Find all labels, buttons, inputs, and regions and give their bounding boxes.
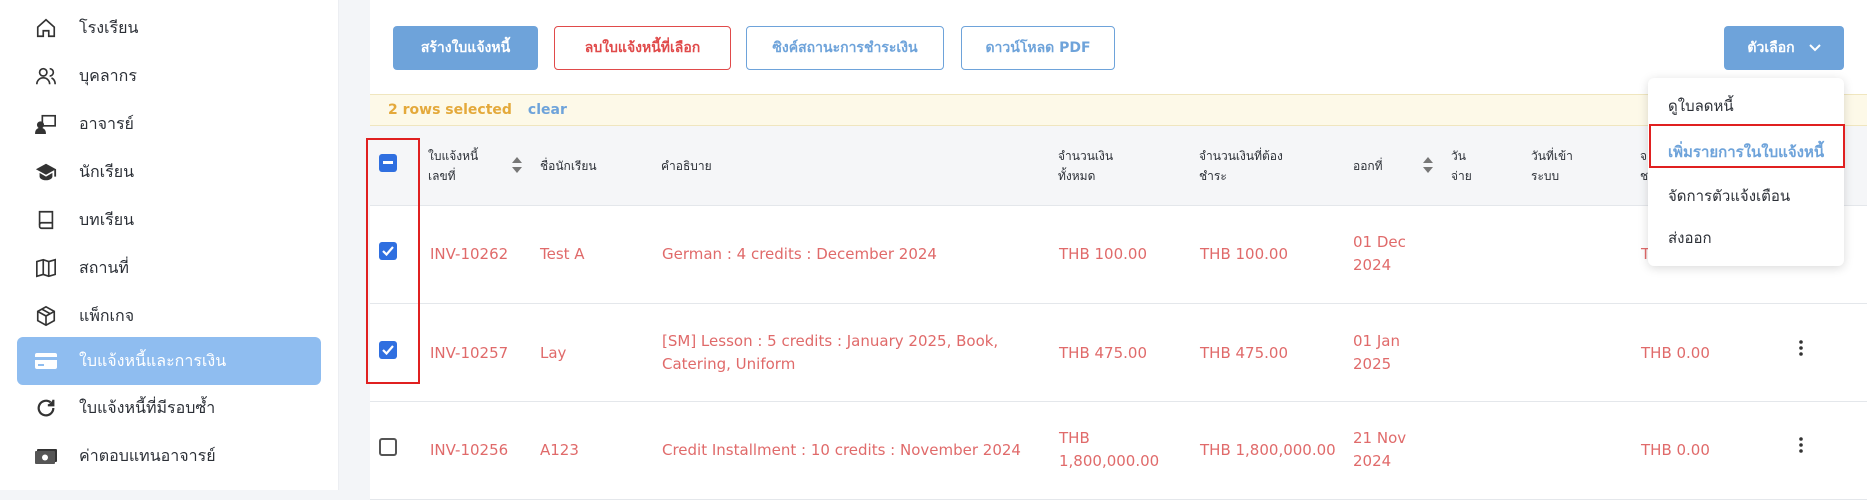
header-amount-due: จำนวนเงินที่ต้อง ชำระ: [1199, 149, 1283, 183]
sidebar-item-label: ค่าตอบแทนอาจารย์: [79, 445, 216, 465]
download-pdf-button[interactable]: ดาวน์โหลด PDF: [961, 26, 1115, 70]
student-name: A123: [540, 441, 579, 459]
row-actions-icon[interactable]: [1798, 437, 1804, 458]
options-dropdown-button[interactable]: ตัวเลือก: [1724, 26, 1844, 70]
checkbox-column-highlight: [366, 138, 420, 384]
header-invoice-no[interactable]: ใบแจ้งหนี้ เลขที่: [428, 146, 478, 186]
clear-selection-link[interactable]: clear: [528, 102, 567, 118]
map-icon: [33, 255, 59, 281]
sidebar-item-packages[interactable]: แพ็กเกจ: [17, 292, 321, 340]
sidebar-item-label: บทเรียน: [79, 209, 135, 229]
issued-date: 01 Dec 2024: [1353, 233, 1406, 274]
description: German : 4 credits : December 2024: [662, 245, 937, 263]
invoice-number[interactable]: INV-10256: [430, 439, 508, 462]
header-remaining: จ ช: [1640, 149, 1649, 183]
remaining-amount: THB 0.00: [1641, 344, 1710, 362]
sync-payment-status-button[interactable]: ซิงค์สถานะการชำระเงิน: [746, 26, 944, 70]
student-name: Test A: [540, 245, 585, 263]
sidebar-item-teachers[interactable]: อาจารย์: [17, 100, 321, 148]
header-entered-date: วันที่เข้า ระบบ: [1531, 149, 1573, 183]
sidebar: โรงเรียน บุคลากร อาจารย์ นักเรียน บทเรีย…: [0, 0, 339, 490]
table-header: ใบแจ้งหนี้ เลขที่ ชื่อนักเรียน คำอธิบาย …: [370, 126, 1867, 206]
sidebar-item-staff[interactable]: บุคลากร: [17, 52, 321, 100]
menu-item-manage-reminders[interactable]: จัดการตัวแจ้งเตือน: [1668, 184, 1790, 208]
sidebar-item-lessons[interactable]: บทเรียน: [17, 196, 321, 244]
create-invoice-button[interactable]: สร้างใบแจ้งหนี้: [393, 26, 538, 70]
sidebar-item-recurring-invoices[interactable]: ใบแจ้งหนี้ที่มีรอบซ้ำ: [17, 384, 321, 432]
menu-item-highlight: [1649, 124, 1845, 168]
invoice-number[interactable]: INV-10257: [430, 342, 508, 365]
total-amount: THB 475.00: [1059, 344, 1147, 362]
options-dropdown-menu: ดูใบลดหนี้ เพิ่มรายการในใบแจ้งหนี้ จัดกา…: [1648, 78, 1844, 266]
main-content: สร้างใบแจ้งหนี้ ลบใบแจ้งหนี้ที่เลือก ซิง…: [370, 0, 1867, 500]
amount-due: THB 100.00: [1200, 245, 1288, 263]
remaining-amount: THB 0.00: [1641, 441, 1710, 459]
sort-icon[interactable]: [1423, 157, 1433, 173]
sidebar-item-label: บุคลากร: [79, 65, 137, 85]
sidebar-item-label: สถานที่: [79, 257, 129, 277]
sidebar-item-label: อาจารย์: [79, 113, 134, 133]
header-student-name: ชื่อนักเรียน: [540, 159, 597, 173]
credit-card-icon: [33, 348, 59, 374]
sidebar-item-students[interactable]: นักเรียน: [17, 148, 321, 196]
graduation-cap-icon: [33, 159, 59, 185]
package-icon: [33, 303, 59, 329]
sidebar-item-label: ใบแจ้งหนี้ที่มีรอบซ้ำ: [79, 397, 216, 417]
toolbar: สร้างใบแจ้งหนี้ ลบใบแจ้งหนี้ที่เลือก ซิง…: [370, 0, 1867, 94]
header-issued[interactable]: ออกที่: [1353, 156, 1383, 176]
home-icon: [33, 15, 59, 41]
total-amount: THB 1,800,000.00: [1059, 429, 1160, 470]
book-icon: [33, 207, 59, 233]
header-paid-date: วัน จ่าย: [1451, 149, 1472, 183]
table-row[interactable]: INV-10257 Lay [SM] Lesson : 5 credits : …: [370, 304, 1867, 402]
sidebar-item-label: แพ็กเกจ: [79, 305, 135, 325]
amount-due: THB 475.00: [1200, 344, 1288, 362]
table-row[interactable]: INV-10256 A123 Credit Installment : 10 c…: [370, 402, 1867, 500]
sidebar-item-school[interactable]: โรงเรียน: [17, 4, 321, 52]
sidebar-item-label: นักเรียน: [79, 161, 134, 181]
teacher-icon: [33, 111, 59, 137]
description: Credit Installment : 10 credits : Novemb…: [662, 441, 1021, 459]
issued-date: 21 Nov 2024: [1353, 429, 1407, 470]
description: [SM] Lesson : 5 credits : January 2025, …: [662, 332, 999, 373]
amount-due: THB 1,800,000.00: [1200, 441, 1336, 459]
refresh-icon: [33, 395, 59, 421]
options-label: ตัวเลือก: [1747, 40, 1795, 56]
delete-selected-button[interactable]: ลบใบแจ้งหนี้ที่เลือก: [554, 26, 731, 70]
total-amount: THB 100.00: [1059, 245, 1147, 263]
sidebar-item-locations[interactable]: สถานที่: [17, 244, 321, 292]
selected-count: 2 rows selected: [388, 102, 512, 118]
table-row[interactable]: INV-10262 Test A German : 4 credits : De…: [370, 206, 1867, 304]
chevron-down-icon: [1808, 44, 1821, 52]
menu-item-export[interactable]: ส่งออก: [1668, 226, 1712, 250]
sidebar-item-teacher-pay[interactable]: ค่าตอบแทนอาจารย์: [17, 432, 321, 480]
row-checkbox[interactable]: [379, 438, 397, 456]
users-icon: [33, 63, 59, 89]
header-total: จำนวนเงิน ทั้งหมด: [1058, 149, 1114, 183]
issued-date: 01 Jan 2025: [1353, 332, 1400, 373]
selection-bar: 2 rows selected clear: [370, 94, 1867, 126]
sidebar-item-label: โรงเรียน: [79, 17, 139, 37]
student-name: Lay: [540, 344, 567, 362]
invoice-number[interactable]: INV-10262: [430, 243, 508, 266]
sidebar-item-label: ใบแจ้งหนี้และการเงิน: [79, 350, 227, 370]
sort-icon[interactable]: [512, 157, 522, 173]
header-description: คำอธิบาย: [661, 159, 712, 173]
menu-item-view-credit-notes[interactable]: ดูใบลดหนี้: [1668, 94, 1734, 118]
row-actions-icon[interactable]: [1798, 340, 1804, 361]
sidebar-item-invoices[interactable]: ใบแจ้งหนี้และการเงิน: [17, 337, 321, 385]
money-icon: [33, 443, 59, 469]
